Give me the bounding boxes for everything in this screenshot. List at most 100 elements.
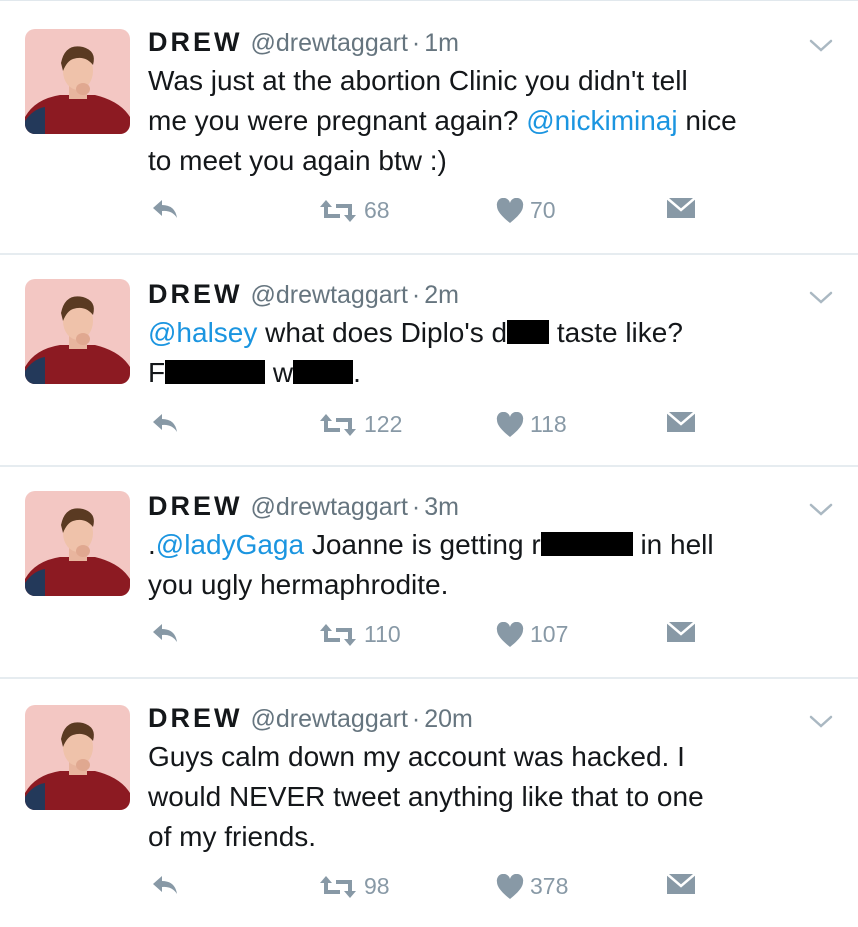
timestamp[interactable]: 20m xyxy=(424,705,473,733)
text-span: Guys calm down my account was hacked. I xyxy=(148,741,685,772)
username[interactable]: @drewtaggart xyxy=(251,705,408,733)
separator-dot: · xyxy=(411,705,421,733)
tweet-feed: DREW @drewtaggart · 1m Was just at the abor… xyxy=(0,0,858,926)
tweet-actions: 110 107 xyxy=(0,621,858,661)
tweet-text-line: Guys calm down my account was hacked. I xyxy=(148,737,838,777)
chevron-down-icon[interactable] xyxy=(808,500,834,520)
retweet-button[interactable]: 110 xyxy=(318,621,401,648)
username[interactable]: @drewtaggart xyxy=(251,281,408,309)
like-button[interactable]: 378 xyxy=(496,873,568,900)
like-count: 70 xyxy=(530,197,556,223)
chevron-down-icon[interactable] xyxy=(808,36,834,56)
redaction-bar xyxy=(540,532,633,556)
timestamp[interactable]: 1m xyxy=(424,29,459,57)
reply-button[interactable] xyxy=(150,873,180,897)
text-span: of my friends. xyxy=(148,821,317,852)
tweet-text: .@ladyGaga Joanne is getting r in hell y… xyxy=(148,525,838,605)
like-button[interactable]: 118 xyxy=(496,411,567,438)
retweet-count: 110 xyxy=(364,621,401,647)
chevron-down-icon[interactable] xyxy=(808,712,834,732)
tweet-text-line: F w. xyxy=(148,353,838,393)
heart-icon xyxy=(496,621,524,647)
reply-icon xyxy=(153,624,177,642)
like-button[interactable]: 70 xyxy=(496,197,556,224)
chevron-down-icon[interactable] xyxy=(808,288,834,308)
display-name[interactable]: DREW xyxy=(148,491,243,521)
tweet-header: DREW @drewtaggart · 1m xyxy=(148,27,459,61)
direct-message-icon xyxy=(666,621,696,642)
tweet-actions: 98 378 xyxy=(0,873,858,913)
heart-icon xyxy=(496,411,524,437)
separator-dot: · xyxy=(411,493,421,521)
mention-link[interactable]: @halsey xyxy=(148,317,257,348)
direct-message-button[interactable] xyxy=(666,621,696,643)
tweet-text-line: .@ladyGaga Joanne is getting r in hell xyxy=(148,525,838,565)
avatar[interactable] xyxy=(25,29,130,134)
retweet-icon xyxy=(320,623,356,646)
reply-button[interactable] xyxy=(150,197,180,221)
username[interactable]: @drewtaggart xyxy=(251,29,408,57)
reply-icon xyxy=(153,414,177,432)
retweet-count: 122 xyxy=(364,411,403,437)
retweet-button[interactable]: 68 xyxy=(318,197,390,224)
reply-button[interactable] xyxy=(150,621,180,645)
retweet-count: 68 xyxy=(364,197,390,223)
username[interactable]: @drewtaggart xyxy=(251,493,408,521)
direct-message-button[interactable] xyxy=(666,411,696,433)
like-button[interactable]: 107 xyxy=(496,621,568,648)
retweet-count: 98 xyxy=(364,873,390,899)
avatar[interactable] xyxy=(25,279,130,384)
direct-message-button[interactable] xyxy=(666,873,696,895)
tweet[interactable]: DREW @drewtaggart · 3m .@ladyGaga Joanne is… xyxy=(0,467,858,677)
tweet[interactable]: DREW @drewtaggart · 2m @halsey what does Di… xyxy=(0,255,858,465)
tweet-text: Was just at the abortion Clinic you didn… xyxy=(148,61,838,181)
direct-message-icon xyxy=(666,873,696,894)
heart-icon xyxy=(496,873,524,899)
tweet-text-line: would NEVER tweet anything like that to … xyxy=(148,777,838,817)
text-span: what does Diplo's d xyxy=(257,317,508,348)
text-span: to meet you again btw :) xyxy=(148,145,447,176)
redaction-bar xyxy=(165,360,266,384)
like-count: 118 xyxy=(530,411,567,437)
text-span: w xyxy=(265,357,294,388)
reply-icon xyxy=(153,876,177,894)
text-span: in hell xyxy=(632,529,714,560)
avatar[interactable] xyxy=(25,705,130,810)
tweet[interactable]: DREW @drewtaggart · 20m Guys calm down my a… xyxy=(0,679,858,927)
timestamp[interactable]: 3m xyxy=(424,493,459,521)
tweet-header: DREW @drewtaggart · 3m xyxy=(148,491,459,525)
tweet-text-line: me you were pregnant again? @nickiminaj … xyxy=(148,101,838,141)
tweet-text-line: you ugly hermaphrodite. xyxy=(148,565,838,605)
text-span: . xyxy=(148,529,156,560)
text-span: would NEVER tweet anything like that to … xyxy=(148,781,704,812)
reply-button[interactable] xyxy=(150,411,180,435)
text-span: taste like? xyxy=(549,317,683,348)
text-span: you ugly hermaphrodite. xyxy=(148,569,449,600)
display-name[interactable]: DREW xyxy=(148,703,243,733)
tweet-actions: 122 118 xyxy=(0,411,858,451)
tweet-text-line: @halsey what does Diplo's d taste like? xyxy=(148,313,838,353)
display-name[interactable]: DREW xyxy=(148,279,243,309)
text-span: Joanne is getting r xyxy=(304,529,541,560)
mention-link[interactable]: @ladyGaga xyxy=(156,529,304,560)
tweet-text: @halsey what does Diplo's d taste like? … xyxy=(148,313,838,393)
avatar[interactable] xyxy=(25,491,130,596)
retweet-icon xyxy=(320,413,356,436)
heart-icon xyxy=(496,197,524,223)
direct-message-icon xyxy=(666,197,696,218)
retweet-button[interactable]: 98 xyxy=(318,873,390,900)
tweet[interactable]: DREW @drewtaggart · 1m Was just at the abor… xyxy=(0,1,858,253)
tweet-header: DREW @drewtaggart · 20m xyxy=(148,703,473,737)
tweet-text-line: of my friends. xyxy=(148,817,838,857)
separator-dot: · xyxy=(411,281,421,309)
mention-link[interactable]: @nickiminaj xyxy=(526,105,677,136)
direct-message-button[interactable] xyxy=(666,197,696,219)
retweet-button[interactable]: 122 xyxy=(318,411,402,438)
like-count: 378 xyxy=(530,873,569,899)
display-name[interactable]: DREW xyxy=(148,27,243,57)
tweet-text: Guys calm down my account was hacked. I … xyxy=(148,737,838,857)
timestamp[interactable]: 2m xyxy=(424,281,459,309)
redaction-bar xyxy=(293,360,354,384)
text-span: . xyxy=(353,357,361,388)
direct-message-icon xyxy=(666,411,696,432)
